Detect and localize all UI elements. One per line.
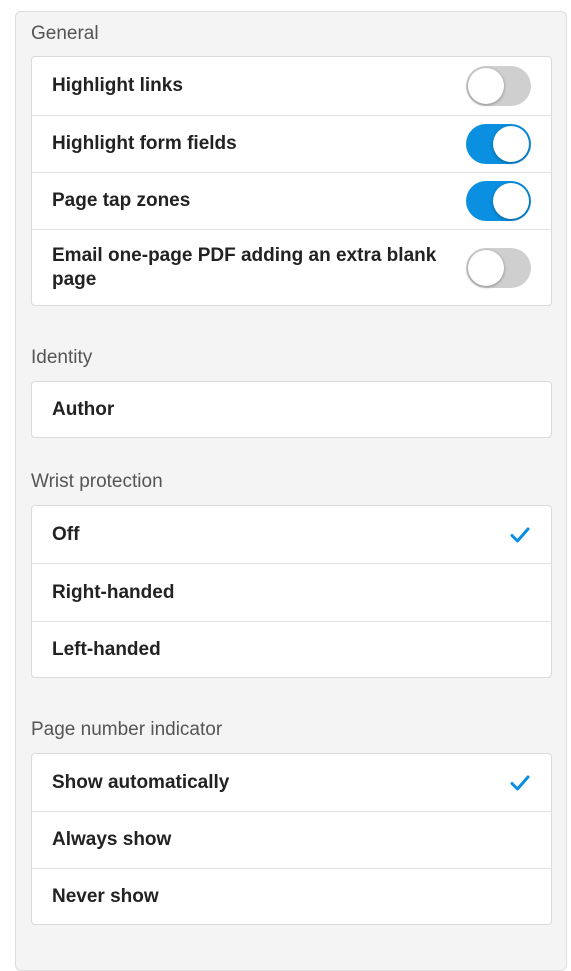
highlight-links-toggle[interactable] (466, 66, 531, 106)
option-never-show[interactable]: Never show (32, 868, 551, 924)
setting-label: Email one-page PDF adding an extra blank… (52, 244, 437, 290)
option-label: Never show (52, 885, 159, 907)
setting-page-tap-zones[interactable]: Page tap zones (32, 172, 551, 229)
toggle-knob (468, 249, 504, 286)
option-label: Right-handed (52, 581, 175, 603)
email-one-page-pdf-toggle[interactable] (466, 247, 531, 288)
page-tap-zones-toggle[interactable] (466, 181, 531, 221)
option-off[interactable]: Off (32, 506, 551, 563)
option-always-show[interactable]: Always show (32, 811, 551, 868)
wrist-protection-group: Off Right-handed Left-handed (31, 505, 552, 678)
option-left-handed[interactable]: Left-handed (32, 621, 551, 677)
toggle-knob (468, 68, 504, 104)
identity-group: Author (31, 381, 552, 438)
section-title-general: General (31, 23, 99, 44)
toggle-knob (493, 126, 529, 162)
option-label: Left-handed (52, 638, 161, 660)
settings-panel: General Highlight links Highlight form f… (15, 11, 567, 971)
setting-label: Highlight form fields (52, 133, 237, 154)
setting-email-one-page-pdf[interactable]: Email one-page PDF adding an extra blank… (32, 229, 551, 305)
option-label: Show automatically (52, 771, 230, 793)
option-label: Off (52, 523, 80, 545)
section-title-identity: Identity (31, 347, 93, 368)
checkmark-icon (510, 775, 530, 790)
page-number-indicator-group: Show automatically Always show Never sho… (31, 753, 552, 925)
section-title-page-number-indicator: Page number indicator (31, 719, 223, 740)
section-title-wrist-protection: Wrist protection (31, 471, 163, 492)
option-right-handed[interactable]: Right-handed (32, 563, 551, 621)
setting-label: Author (52, 398, 115, 420)
setting-label: Highlight links (52, 75, 183, 96)
setting-label: Page tap zones (52, 190, 191, 211)
setting-highlight-form-fields[interactable]: Highlight form fields (32, 115, 551, 172)
general-group: Highlight links Highlight form fields Pa… (31, 56, 552, 306)
toggle-knob (493, 183, 529, 219)
highlight-form-fields-toggle[interactable] (466, 124, 531, 164)
setting-highlight-links[interactable]: Highlight links (32, 57, 551, 115)
checkmark-icon (510, 527, 530, 542)
option-label: Always show (52, 829, 172, 850)
setting-author[interactable]: Author (32, 382, 551, 437)
option-show-automatically[interactable]: Show automatically (32, 754, 551, 811)
